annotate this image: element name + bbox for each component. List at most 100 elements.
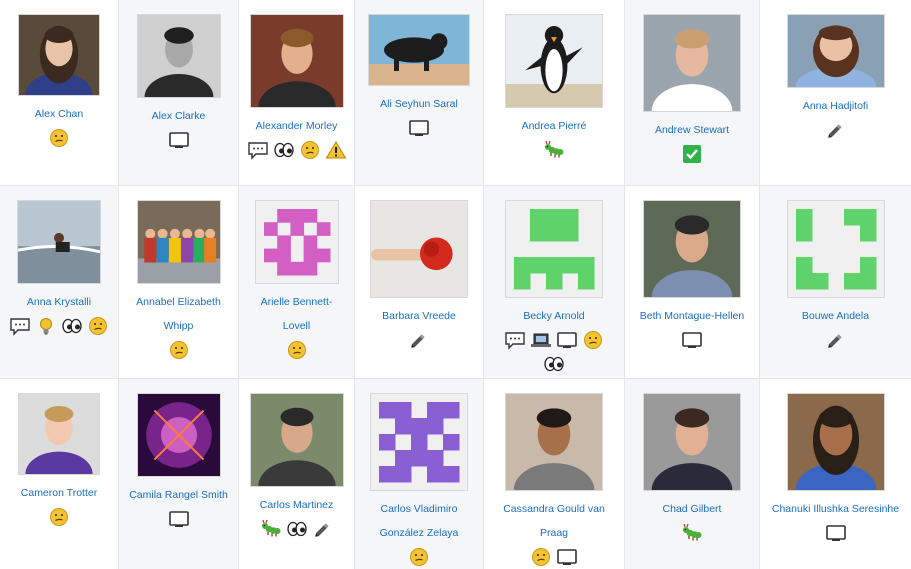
- status-icons: [543, 140, 565, 160]
- status-icons: [681, 144, 703, 164]
- speech-bubble-icon: [9, 316, 31, 336]
- confused-face-icon: [408, 547, 430, 567]
- pencil-icon: [825, 120, 847, 140]
- participant-card: Alexander Morley: [239, 0, 355, 186]
- speech-bubble-icon: [504, 330, 526, 350]
- avatar[interactable]: [136, 200, 221, 284]
- participant-card: Chad Gilbert: [625, 379, 760, 569]
- participant-name-anna-krystalli[interactable]: Anna Krystalli: [19, 290, 99, 314]
- participant-name-alex-clarke[interactable]: Alex Clarke: [144, 104, 214, 128]
- participant-name-andrea-pierre[interactable]: Andrea Pierré: [514, 114, 595, 138]
- status-icons: [408, 547, 430, 567]
- participant-name-ali-seyhun-saral[interactable]: Ali Seyhun Saral: [372, 92, 466, 116]
- status-icons: [168, 340, 190, 360]
- status-icons: [408, 118, 430, 138]
- participant-card: Andrew Stewart: [625, 0, 760, 186]
- avatar[interactable]: [368, 14, 470, 86]
- avatar-identicon[interactable]: [505, 200, 603, 298]
- participant-name-carlos-vladimiro-gonzalez-zelaya[interactable]: Carlos Vladimiro González Zelaya: [355, 497, 483, 545]
- avatar[interactable]: [249, 14, 344, 108]
- participant-name-arielle-bennett-lovell[interactable]: Arielle Bennett-Lovell: [239, 290, 354, 338]
- eyes-icon: [286, 519, 308, 539]
- confused-face-icon: [168, 340, 190, 360]
- participant-name-beth-montague-hellen[interactable]: Beth Montague-Hellen: [632, 304, 752, 328]
- participants-grid: Alex Chan Alex Clarke Alexander Morley Ali …: [0, 0, 911, 569]
- avatar[interactable]: [643, 14, 741, 112]
- participant-name-carlos-martinez[interactable]: Carlos Martinez: [252, 493, 342, 517]
- avatar[interactable]: [18, 14, 100, 96]
- confused-face-icon: [530, 547, 552, 567]
- participant-name-cameron-trotter[interactable]: Cameron Trotter: [13, 481, 105, 505]
- status-icons: [247, 140, 347, 160]
- participant-card: Alex Clarke: [119, 0, 239, 186]
- participant-name-bouwe-andela[interactable]: Bouwe Andela: [794, 304, 877, 328]
- participant-card: Annabel Elizabeth Whipp: [119, 186, 239, 379]
- avatar-identicon[interactable]: [786, 200, 885, 298]
- participant-name-annabel-elizabeth-whipp[interactable]: Annabel Elizabeth Whipp: [119, 290, 238, 338]
- confused-face-icon: [582, 330, 604, 350]
- laptop-icon: [530, 330, 552, 350]
- status-icons: [9, 316, 109, 336]
- participant-name-andrew-stewart[interactable]: Andrew Stewart: [647, 118, 737, 142]
- status-icons: [825, 330, 847, 350]
- participant-card: Carlos Vladimiro González Zelaya: [355, 379, 484, 569]
- participant-name-chanuki-illushka-seresinhe[interactable]: Chanuki Illushka Seresinhe: [764, 497, 907, 521]
- status-icons: [504, 330, 604, 374]
- bug-icon: [681, 523, 703, 543]
- status-icons: [48, 507, 70, 527]
- participant-card: Bouwe Andela: [760, 186, 911, 379]
- avatar[interactable]: [17, 200, 101, 284]
- avatar-identicon[interactable]: [370, 393, 468, 491]
- laptop-screen-icon: [168, 509, 190, 529]
- avatar[interactable]: [18, 393, 100, 475]
- confused-face-icon: [286, 340, 308, 360]
- participant-name-alex-chan[interactable]: Alex Chan: [27, 102, 91, 126]
- avatar[interactable]: [505, 393, 603, 491]
- status-icons: [48, 128, 70, 148]
- participant-name-cassandra-gould-van-praag[interactable]: Cassandra Gould van Praag: [484, 497, 624, 545]
- participant-card: Anna Hadjitofi: [760, 0, 911, 186]
- participant-card: Arielle Bennett-Lovell: [239, 186, 355, 379]
- status-icons: [408, 330, 430, 350]
- participant-card: Becky Arnold: [484, 186, 625, 379]
- participant-name-alexander-morley[interactable]: Alexander Morley: [248, 114, 346, 138]
- status-icons: [530, 547, 578, 567]
- avatar[interactable]: [136, 393, 221, 477]
- participant-card: Anna Krystalli: [0, 186, 119, 379]
- avatar[interactable]: [643, 393, 741, 491]
- status-icons: [681, 330, 703, 350]
- participant-name-barbara-vreede[interactable]: Barbara Vreede: [374, 304, 464, 328]
- laptop-screen-icon: [556, 330, 578, 350]
- status-icons: [260, 519, 334, 539]
- avatar[interactable]: [370, 200, 468, 298]
- avatar[interactable]: [249, 393, 344, 487]
- confused-face-icon: [87, 316, 109, 336]
- confused-face-icon: [299, 140, 321, 160]
- lightbulb-icon: [35, 316, 57, 336]
- participant-card: Carlos Martinez: [239, 379, 355, 569]
- checkmark-icon: [681, 144, 703, 164]
- avatar[interactable]: [136, 14, 221, 98]
- avatar[interactable]: [786, 14, 885, 88]
- status-icons: [825, 120, 847, 140]
- status-icons: [286, 340, 308, 360]
- participant-card: Cassandra Gould van Praag: [484, 379, 625, 569]
- participant-card: Camila Rangel Smith: [119, 379, 239, 569]
- participant-name-camila-rangel-smith[interactable]: Camila Rangel Smith: [121, 483, 236, 507]
- avatar[interactable]: [643, 200, 741, 298]
- status-icons: [168, 509, 190, 529]
- participant-name-chad-gilbert[interactable]: Chad Gilbert: [655, 497, 730, 521]
- participant-name-becky-arnold[interactable]: Becky Arnold: [515, 304, 592, 328]
- pencil-icon: [312, 519, 334, 539]
- participant-name-anna-hadjitofi[interactable]: Anna Hadjitofi: [795, 94, 876, 118]
- participant-card: Beth Montague-Hellen: [625, 186, 760, 379]
- bug-icon: [543, 140, 565, 160]
- avatar-identicon[interactable]: [254, 200, 339, 284]
- avatar[interactable]: [505, 14, 603, 108]
- speech-bubble-icon: [247, 140, 269, 160]
- avatar[interactable]: [786, 393, 885, 491]
- pencil-icon: [825, 330, 847, 350]
- status-icons: [168, 130, 190, 150]
- laptop-screen-icon: [408, 118, 430, 138]
- participant-card: Chanuki Illushka Seresinhe: [760, 379, 911, 569]
